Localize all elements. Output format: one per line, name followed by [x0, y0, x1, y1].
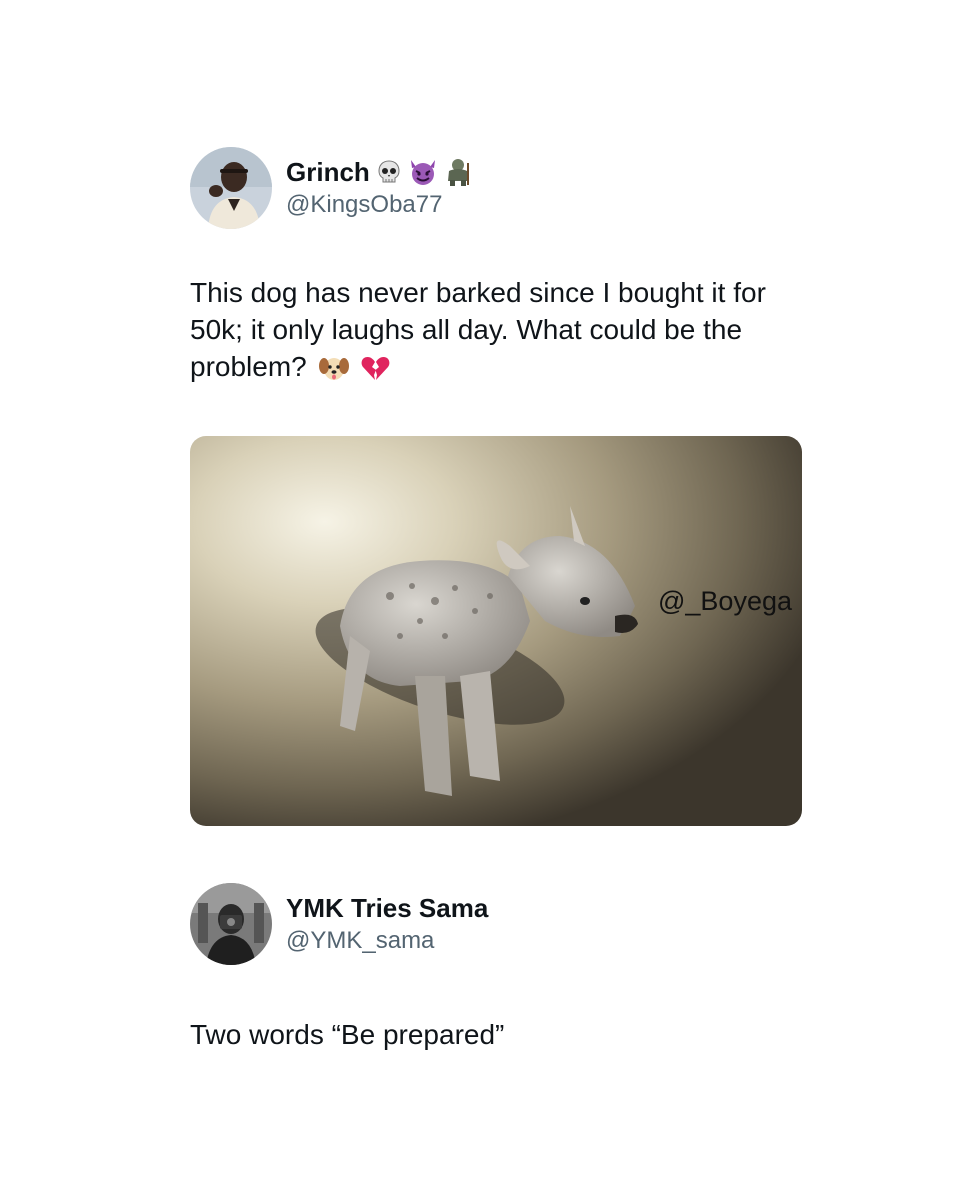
troll-icon [444, 157, 472, 187]
tweet-header: Grinch @KingsOba77 [190, 146, 810, 230]
smiling-devil-icon [408, 158, 438, 186]
display-name[interactable]: Grinch [286, 156, 370, 188]
tweet-body: This dog has never barked since I bought… [190, 277, 766, 382]
handle[interactable]: @YMK_sama [286, 926, 488, 956]
display-name-row[interactable]: Grinch [286, 156, 472, 188]
tweet-media-image[interactable] [190, 436, 802, 826]
avatar[interactable] [190, 883, 272, 965]
skull-icon [376, 159, 402, 185]
media-watermark: @_Boyega [658, 586, 792, 616]
reply-tweet: YMK Tries Sama @YMK_sama Two words “Be p… [190, 882, 810, 1053]
name-block: YMK Tries Sama @YMK_sama [286, 892, 488, 956]
original-tweet: Grinch @KingsOba77 This dog has never ba… [190, 146, 810, 826]
broken-heart-icon [360, 354, 390, 382]
handle[interactable]: @KingsOba77 [286, 190, 472, 220]
display-name[interactable]: YMK Tries Sama [286, 892, 488, 924]
avatar[interactable] [190, 147, 272, 229]
name-block: Grinch @KingsOba77 [286, 156, 472, 220]
tweet-text: This dog has never barked since I bought… [190, 274, 810, 385]
tweet-header: YMK Tries Sama @YMK_sama [190, 882, 810, 966]
tweet-text: Two words “Be prepared” [190, 1016, 810, 1053]
tweet-body: Two words “Be prepared” [190, 1019, 505, 1050]
dog-face-icon [318, 354, 349, 382]
